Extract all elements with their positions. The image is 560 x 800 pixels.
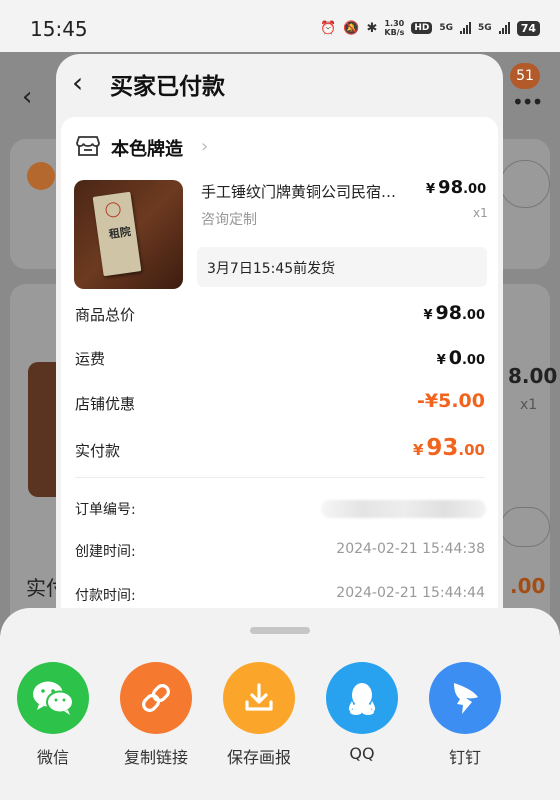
order-number-label: 订单编号: <box>75 502 136 518</box>
share-label: 钉钉 <box>448 748 481 767</box>
more-icon: ••• <box>512 90 543 114</box>
notification-badge: 51 <box>510 63 540 89</box>
product-spec: 咨询定制 <box>201 212 257 228</box>
order-snapshot-modal: ‹ 买家已付款 本色牌造 › 租院 手工锤纹门牌黄铜公司民宿… 咨询定制 ¥98… <box>56 54 503 624</box>
order-card: 本色牌造 › 租院 手工锤纹门牌黄铜公司民宿… 咨询定制 ¥98.00 x1 3… <box>61 117 498 624</box>
share-label: 复制链接 <box>123 748 188 767</box>
background-price: 8.00 <box>508 364 558 388</box>
created-time-label: 创建时间: <box>75 544 136 560</box>
shop-name[interactable]: 本色牌造 <box>111 135 183 161</box>
background-back-icon: ‹ <box>22 82 33 112</box>
hd-icon: HD <box>411 22 433 34</box>
mute-icon: 🔕 <box>343 20 360 36</box>
download-icon <box>223 662 295 734</box>
signal-icon <box>460 22 472 34</box>
shipping-deadline: 3月7日15:45前发货 <box>197 247 487 287</box>
bluetooth-icon: ✱ <box>366 20 378 36</box>
status-icons: ⏰ 🔕 ✱ 1.30 KB/s HD 5G 5G 74 <box>320 19 540 37</box>
network-type-1: 5G <box>439 23 454 33</box>
paid-time-value: 2024-02-21 15:44:44 <box>336 585 485 601</box>
net-speed: 1.30 KB/s <box>384 19 405 37</box>
plaque-engraving: 租院 <box>108 225 132 242</box>
alarm-icon: ⏰ <box>320 20 337 36</box>
page-title: 买家已付款 <box>110 74 225 100</box>
background-pill <box>500 507 550 547</box>
share-copy-link-button[interactable]: 复制链接 <box>111 662 201 768</box>
background-pay-amount: .00 <box>510 574 546 598</box>
back-button[interactable]: ‹ <box>72 66 83 99</box>
paid-time-label: 付款时间: <box>75 588 136 604</box>
summary-value-shop-discount: -¥5.00 <box>417 390 485 412</box>
order-number-redacted <box>321 500 486 518</box>
summary-label-shop-discount: 店铺优惠 <box>75 395 136 413</box>
signal-icon-2 <box>498 22 510 34</box>
chevron-right-icon[interactable]: › <box>201 136 208 157</box>
divider <box>75 477 485 478</box>
product-quantity: x1 <box>473 206 488 220</box>
share-label: QQ <box>349 744 375 763</box>
background-pill <box>500 160 550 208</box>
summary-value-goods-total: ¥98.00 <box>423 302 485 324</box>
share-label: 微信 <box>36 748 69 767</box>
location-icon <box>27 162 55 190</box>
summary-value-shipping: ¥0.00 <box>436 347 485 369</box>
sheet-drag-handle[interactable] <box>250 627 310 634</box>
product-image[interactable]: 租院 <box>74 180 183 289</box>
qq-icon <box>326 662 398 734</box>
status-bar: 15:45 ⏰ 🔕 ✱ 1.30 KB/s HD 5G 5G 74 <box>0 0 560 52</box>
share-save-poster-button[interactable]: 保存画报 <box>214 662 304 768</box>
shop-icon <box>76 136 100 156</box>
summary-label-shipping: 运费 <box>75 350 106 368</box>
network-type-2: 5G <box>478 23 492 33</box>
background-qty: x1 <box>520 397 538 413</box>
product-price: ¥98.00 <box>426 177 487 198</box>
battery-indicator: 74 <box>516 20 540 36</box>
created-time-value: 2024-02-21 15:44:38 <box>336 541 485 557</box>
summary-label-paid: 实付款 <box>75 442 121 460</box>
dingtalk-icon <box>429 662 501 734</box>
seal-graphic <box>104 201 122 219</box>
brass-plaque-graphic: 租院 <box>92 191 142 277</box>
wechat-icon <box>17 662 89 734</box>
share-sheet: 微信 复制链接 保存画报 QQ 钉钉 <box>0 608 560 800</box>
link-icon <box>120 662 192 734</box>
status-time: 15:45 <box>30 17 88 41</box>
share-qq-button[interactable]: QQ <box>317 662 407 763</box>
summary-label-goods-total: 商品总价 <box>75 306 136 324</box>
modal-header: ‹ 买家已付款 <box>56 54 503 114</box>
share-dingtalk-button[interactable]: 钉钉 <box>420 662 510 768</box>
summary-value-paid: ¥93.00 <box>412 435 485 461</box>
share-label: 保存画报 <box>226 748 291 767</box>
share-wechat-button[interactable]: 微信 <box>8 662 98 768</box>
product-title[interactable]: 手工锤纹门牌黄铜公司民宿… <box>201 181 415 202</box>
